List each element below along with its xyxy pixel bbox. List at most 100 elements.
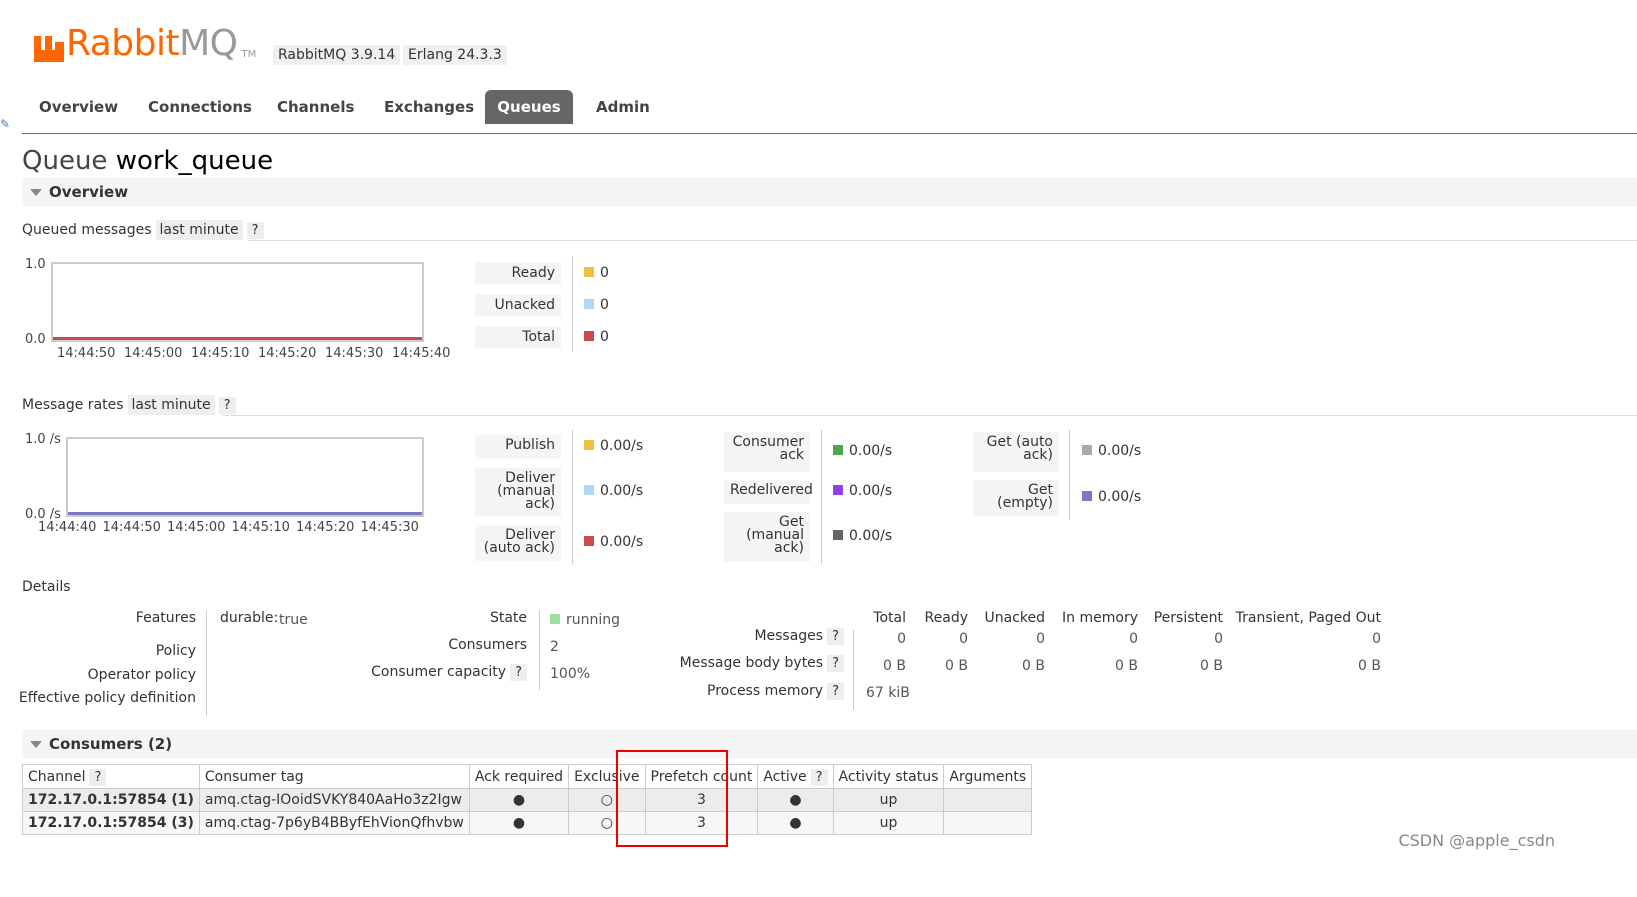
legend-value: 0 — [584, 265, 609, 281]
legend-label: Redelivered — [724, 480, 813, 504]
trademark: TM — [241, 49, 257, 60]
messages-value: 0 — [959, 631, 968, 647]
legend-label: Consumer ack — [724, 432, 810, 472]
tab-channels[interactable]: Channels — [261, 90, 370, 124]
help-button[interactable]: ? — [810, 768, 828, 786]
policy-label: Policy — [155, 643, 196, 659]
help-button[interactable]: ? — [827, 655, 844, 672]
help-button[interactable]: ? — [246, 222, 264, 239]
durable-key: durable: — [220, 610, 279, 626]
legend-value: 0.00/s — [833, 528, 892, 544]
state-indicator — [550, 614, 560, 624]
legend-label: Get (auto ack) — [973, 432, 1059, 472]
watermark: CSDN @apple_csdn — [1398, 831, 1555, 850]
page-title: Queue work_queue — [22, 146, 274, 176]
stats-column-header: Ready — [924, 610, 968, 626]
arguments — [943, 811, 1033, 835]
legend-value: 0.00/s — [584, 438, 643, 454]
legend-label: Get (manual ack) — [724, 512, 810, 562]
main-nav: Overview Connections Channels Exchanges … — [22, 90, 1637, 134]
legend-value: 0.00/s — [833, 483, 892, 499]
divider — [821, 430, 822, 564]
process-memory-value: 67 kiB — [866, 685, 910, 701]
operator-policy-label: Operator policy — [87, 667, 196, 683]
legend-value: 0.00/s — [1082, 489, 1141, 505]
effective-policy-label: Effective policy definition — [18, 690, 196, 706]
features-label: Features — [135, 610, 196, 626]
messages-value: 0 — [1129, 631, 1138, 647]
rabbitmq-version: RabbitMQ 3.9.14 — [273, 45, 401, 65]
queued-messages-heading: Queued messages last minute? — [22, 220, 264, 240]
collapse-triangle-icon — [30, 741, 42, 748]
message-body-bytes-label: Message body bytes? — [680, 655, 844, 672]
divider — [206, 610, 207, 716]
active: ● — [757, 788, 834, 812]
state-label: State — [489, 610, 527, 626]
messages-value: 0 — [897, 631, 906, 647]
help-button[interactable]: ? — [827, 683, 844, 700]
consumers-section-toggle[interactable]: Consumers (2) — [22, 730, 1637, 758]
tab-admin[interactable]: Admin — [580, 90, 666, 124]
table-row: 172.17.0.1:57854 (3) amq.ctag-7p6yB4BByf… — [22, 811, 1033, 835]
x-axis-tick: 14:44:40 — [38, 520, 97, 535]
body-bytes-value: 0 B — [1200, 658, 1223, 674]
x-axis-tick: 14:45:10 — [191, 346, 250, 361]
tab-queues[interactable]: Queues — [485, 90, 573, 124]
collapse-triangle-icon — [30, 189, 42, 196]
legend-swatch — [584, 440, 594, 450]
legend-swatch — [833, 485, 843, 495]
y-axis-top: 1.0 /s — [25, 432, 61, 447]
stats-column-header: Total — [873, 610, 906, 626]
messages-label: Messages? — [754, 628, 844, 645]
tab-connections[interactable]: Connections — [132, 90, 268, 124]
messages-value: 0 — [1372, 631, 1381, 647]
legend-label: Publish — [475, 435, 561, 459]
consumer-tag: amq.ctag-IOoidSVKY840AaHo3z2Igw — [198, 788, 470, 812]
side-tool-icon[interactable]: ✎ — [0, 117, 10, 133]
help-button[interactable]: ? — [827, 628, 844, 645]
col-activity-status: Activity status — [832, 764, 945, 789]
body-bytes-value: 0 B — [1022, 658, 1045, 674]
chart-series-line — [53, 337, 422, 340]
channel-link[interactable]: 172.17.0.1:57854 (1) — [22, 788, 200, 812]
legend-swatch — [584, 331, 594, 341]
rabbitmq-logo: RabbitMQ TM — [34, 26, 256, 62]
message-rates-heading: Message rates last minute? — [22, 395, 236, 415]
help-button[interactable]: ? — [218, 397, 236, 414]
consumers-label: Consumers — [448, 637, 527, 653]
erlang-version: Erlang 24.3.3 — [403, 45, 507, 65]
legend-value: 0.00/s — [584, 483, 643, 499]
tab-exchanges[interactable]: Exchanges — [368, 90, 490, 124]
y-axis-top: 1.0 — [25, 257, 46, 272]
consumers-table: Channel? Consumer tag Ack required Exclu… — [22, 764, 1033, 835]
legend-swatch — [833, 530, 843, 540]
legend-value: 0.00/s — [584, 534, 643, 550]
x-axis-tick: 14:45:20 — [258, 346, 317, 361]
messages-value: 0 — [1214, 631, 1223, 647]
range-selector[interactable]: last minute — [155, 220, 243, 240]
body-bytes-value: 0 B — [945, 658, 968, 674]
consumer-capacity-value: 100% — [550, 666, 591, 682]
consumers-value: 2 — [550, 639, 559, 655]
x-axis-tick: 14:45:00 — [167, 520, 226, 535]
legend-value: 0.00/s — [833, 443, 892, 459]
channel-link[interactable]: 172.17.0.1:57854 (3) — [22, 811, 200, 835]
activity-status: up — [832, 811, 945, 835]
legend-swatch — [584, 267, 594, 277]
stats-column-header: Transient, Paged Out — [1235, 610, 1381, 626]
stats-column-header: In memory — [1062, 610, 1138, 626]
range-selector[interactable]: last minute — [127, 395, 215, 415]
overview-section-toggle[interactable]: Overview — [22, 178, 1637, 206]
divider — [222, 415, 1637, 416]
legend-swatch — [1082, 445, 1092, 455]
durable-value: true — [279, 612, 308, 628]
divider — [853, 630, 854, 710]
body-bytes-value: 0 B — [1115, 658, 1138, 674]
tab-overview[interactable]: Overview — [23, 90, 134, 124]
legend-swatch — [584, 485, 594, 495]
stats-column-header: Persistent — [1153, 610, 1223, 626]
x-axis-tick: 14:45:00 — [124, 346, 183, 361]
state-value: running — [550, 612, 620, 628]
help-button[interactable]: ? — [89, 768, 107, 786]
help-button[interactable]: ? — [510, 664, 527, 681]
